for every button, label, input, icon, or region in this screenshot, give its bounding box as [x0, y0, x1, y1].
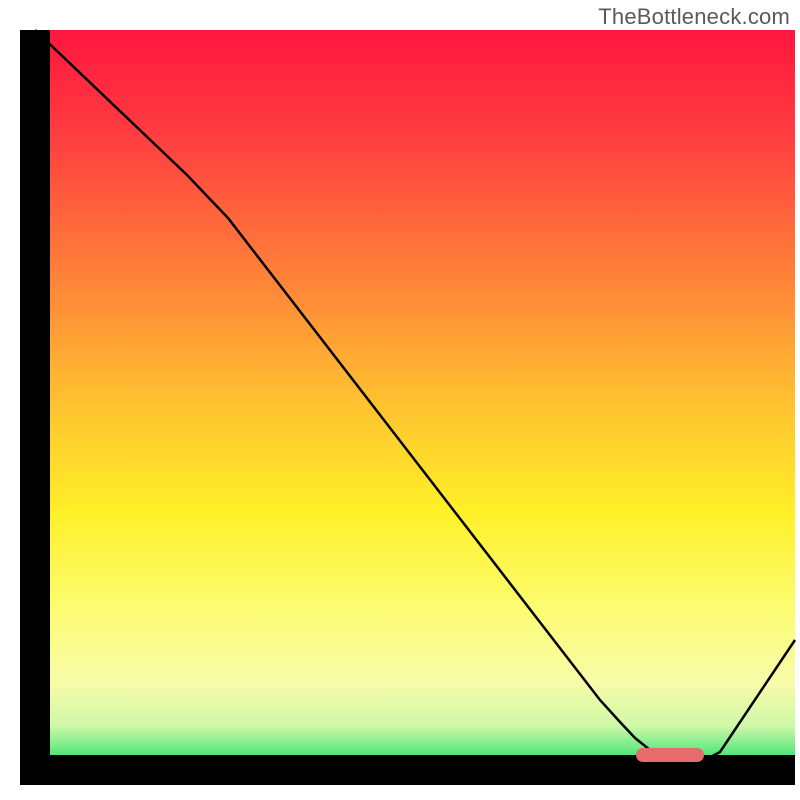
watermark-text: TheBottleneck.com [598, 4, 790, 30]
optimal-marker [636, 748, 704, 762]
plot-background [35, 30, 795, 770]
chart-svg [0, 0, 800, 800]
chart-container: TheBottleneck.com [0, 0, 800, 800]
